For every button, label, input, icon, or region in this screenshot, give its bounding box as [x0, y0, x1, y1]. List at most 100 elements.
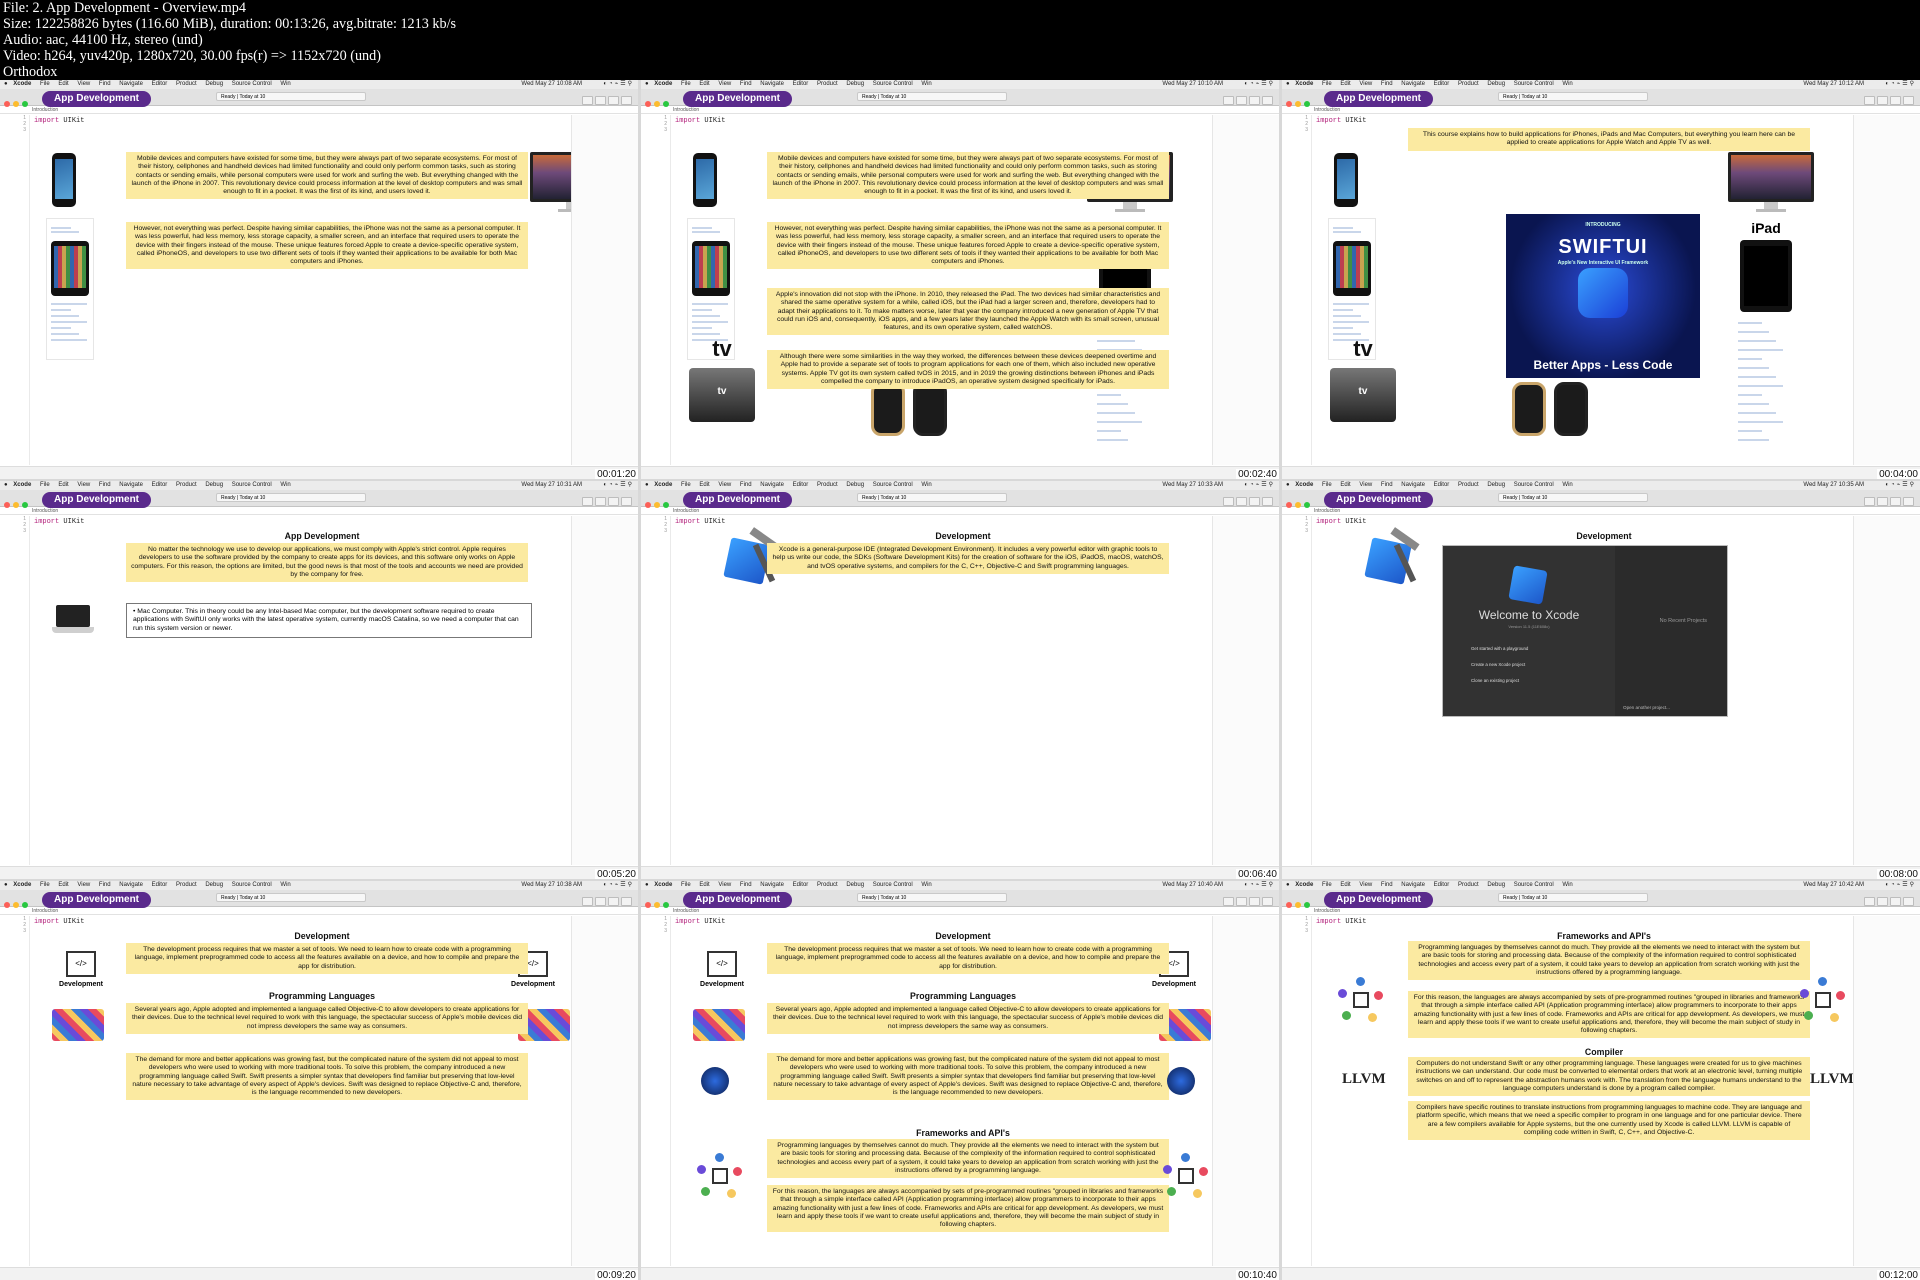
menu-product[interactable]: Product	[1458, 81, 1479, 87]
menu-editor[interactable]: Editor	[152, 81, 168, 87]
inspector-toggle-icon[interactable]	[1262, 897, 1273, 906]
menu-debug[interactable]: Debug	[205, 482, 223, 488]
navigator-toggle-icon[interactable]	[608, 497, 619, 506]
apple-menu-icon[interactable]: ●	[4, 482, 8, 488]
menu-find[interactable]: Find	[740, 482, 752, 488]
code-review-icon[interactable]	[595, 497, 606, 506]
menu-window[interactable]: Win	[1562, 81, 1572, 87]
navigator-toggle-icon[interactable]	[1890, 96, 1901, 105]
menu-view[interactable]: View	[718, 81, 731, 87]
inspector-toggle-icon[interactable]	[621, 497, 632, 506]
menu-product[interactable]: Product	[176, 882, 197, 888]
navigator-toggle-icon[interactable]	[608, 96, 619, 105]
code-review-icon[interactable]	[1236, 96, 1247, 105]
code-review-icon[interactable]	[1236, 897, 1247, 906]
menu-window[interactable]: Win	[280, 882, 290, 888]
library-icon[interactable]	[1864, 96, 1875, 105]
menu-file[interactable]: File	[1322, 81, 1332, 87]
status-tray-icons[interactable]: ◐◔⌁☰⚲	[603, 481, 634, 490]
status-tray-icons[interactable]: ◐◔⌁☰⚲	[603, 80, 634, 89]
menu-view[interactable]: View	[77, 482, 90, 488]
menu-file[interactable]: File	[681, 882, 691, 888]
code-line[interactable]: import UIKit	[1316, 117, 1366, 125]
menu-navigate[interactable]: Navigate	[1401, 882, 1425, 888]
menu-navigate[interactable]: Navigate	[1401, 81, 1425, 87]
menu-file[interactable]: File	[40, 882, 50, 888]
menu-source-control[interactable]: Source Control	[873, 882, 913, 888]
navigator-toggle-icon[interactable]	[1249, 96, 1260, 105]
menu-file[interactable]: File	[1322, 482, 1332, 488]
code-review-icon[interactable]	[1877, 897, 1888, 906]
status-tray-icons[interactable]: ◐◔⌁☰⚲	[1244, 481, 1275, 490]
menu-window[interactable]: Win	[921, 882, 931, 888]
code-review-icon[interactable]	[1236, 497, 1247, 506]
status-tray-icons[interactable]: ◐◔⌁☰⚲	[603, 881, 634, 890]
menu-find[interactable]: Find	[99, 482, 111, 488]
menu-editor[interactable]: Editor	[793, 482, 809, 488]
menu-find[interactable]: Find	[1381, 882, 1393, 888]
code-review-icon[interactable]	[595, 96, 606, 105]
menu-find[interactable]: Find	[1381, 482, 1393, 488]
menu-source-control[interactable]: Source Control	[1514, 482, 1554, 488]
menu-navigate[interactable]: Navigate	[760, 882, 784, 888]
jump-bar[interactable]: Introduction	[1282, 907, 1920, 915]
navigator-toggle-icon[interactable]	[1890, 897, 1901, 906]
menu-debug[interactable]: Debug	[205, 81, 223, 87]
menu-find[interactable]: Find	[740, 81, 752, 87]
menu-navigate[interactable]: Navigate	[760, 482, 784, 488]
menu-find[interactable]: Find	[99, 882, 111, 888]
menu-edit[interactable]: Edit	[58, 482, 68, 488]
status-tray-icons[interactable]: ◐◔⌁☰⚲	[1885, 481, 1916, 490]
apple-menu-icon[interactable]: ●	[4, 882, 8, 888]
code-line[interactable]: import UIKit	[675, 918, 725, 926]
navigator-toggle-icon[interactable]	[1249, 497, 1260, 506]
code-line[interactable]: import UIKit	[34, 117, 84, 125]
code-review-icon[interactable]	[1877, 497, 1888, 506]
menu-source-control[interactable]: Source Control	[232, 882, 272, 888]
menu-product[interactable]: Product	[817, 81, 838, 87]
menu-xcode[interactable]: Xcode	[13, 482, 31, 488]
menu-debug[interactable]: Debug	[846, 81, 864, 87]
menu-file[interactable]: File	[40, 482, 50, 488]
code-review-icon[interactable]	[1877, 96, 1888, 105]
menu-product[interactable]: Product	[1458, 882, 1479, 888]
menu-debug[interactable]: Debug	[205, 882, 223, 888]
menu-file[interactable]: File	[681, 81, 691, 87]
apple-menu-icon[interactable]: ●	[1286, 81, 1290, 87]
menu-view[interactable]: View	[77, 81, 90, 87]
inspector-toggle-icon[interactable]	[621, 96, 632, 105]
menu-edit[interactable]: Edit	[58, 882, 68, 888]
jump-bar[interactable]: Introduction	[0, 507, 638, 515]
menu-xcode[interactable]: Xcode	[13, 882, 31, 888]
menu-product[interactable]: Product	[1458, 482, 1479, 488]
menu-editor[interactable]: Editor	[793, 882, 809, 888]
menu-find[interactable]: Find	[740, 882, 752, 888]
menu-editor[interactable]: Editor	[1434, 482, 1450, 488]
apple-menu-icon[interactable]: ●	[645, 81, 649, 87]
menu-debug[interactable]: Debug	[1487, 81, 1505, 87]
code-review-icon[interactable]	[595, 897, 606, 906]
menu-navigate[interactable]: Navigate	[119, 482, 143, 488]
code-line[interactable]: import UIKit	[34, 518, 84, 526]
menu-product[interactable]: Product	[176, 482, 197, 488]
menu-xcode[interactable]: Xcode	[654, 81, 672, 87]
code-line[interactable]: import UIKit	[1316, 918, 1366, 926]
menu-edit[interactable]: Edit	[699, 882, 709, 888]
navigator-toggle-icon[interactable]	[1890, 497, 1901, 506]
menu-view[interactable]: View	[718, 482, 731, 488]
code-line[interactable]: import UIKit	[675, 518, 725, 526]
library-icon[interactable]	[582, 96, 593, 105]
apple-menu-icon[interactable]: ●	[4, 81, 8, 87]
menu-view[interactable]: View	[1359, 81, 1372, 87]
jump-bar[interactable]: Introduction	[1282, 106, 1920, 114]
menu-editor[interactable]: Editor	[152, 882, 168, 888]
jump-bar[interactable]: Introduction	[641, 106, 1279, 114]
menu-edit[interactable]: Edit	[1340, 81, 1350, 87]
menu-window[interactable]: Win	[280, 81, 290, 87]
menu-source-control[interactable]: Source Control	[232, 81, 272, 87]
menu-edit[interactable]: Edit	[58, 81, 68, 87]
status-tray-icons[interactable]: ◐◔⌁☰⚲	[1885, 881, 1916, 890]
menu-navigate[interactable]: Navigate	[760, 81, 784, 87]
library-icon[interactable]	[1223, 96, 1234, 105]
library-icon[interactable]	[1223, 497, 1234, 506]
